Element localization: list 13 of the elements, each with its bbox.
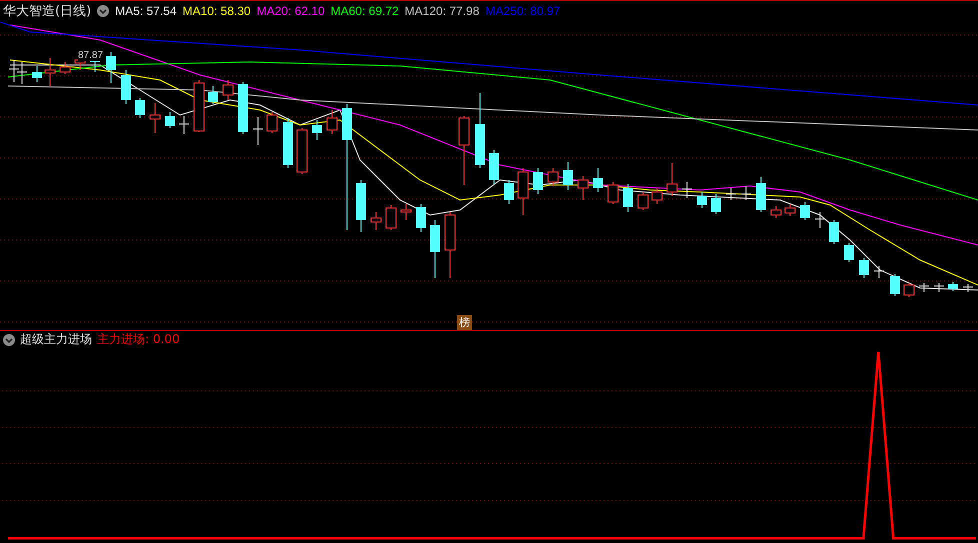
moving-average-value: MA5: 57.54 xyxy=(115,4,177,18)
moving-average-value: MA10: 58.30 xyxy=(182,4,251,18)
rank-badge[interactable]: 榜 xyxy=(457,314,472,330)
moving-average-value: MA60: 69.72 xyxy=(330,4,399,18)
stock-title: 华大智造(日线) xyxy=(3,3,92,20)
moving-average-value: MA20: 62.10 xyxy=(256,4,325,18)
indicator-value: 主力进场: 0.00 xyxy=(97,331,180,348)
collapse-icon[interactable] xyxy=(97,5,110,18)
collapse-icon[interactable] xyxy=(3,334,15,346)
moving-average-value: MA250: 80.97 xyxy=(485,4,560,18)
high-price-label: 87.87 xyxy=(78,50,104,61)
moving-average-value: MA120: 77.98 xyxy=(404,4,480,18)
indicator-name: 超级主力进场 xyxy=(20,331,92,348)
